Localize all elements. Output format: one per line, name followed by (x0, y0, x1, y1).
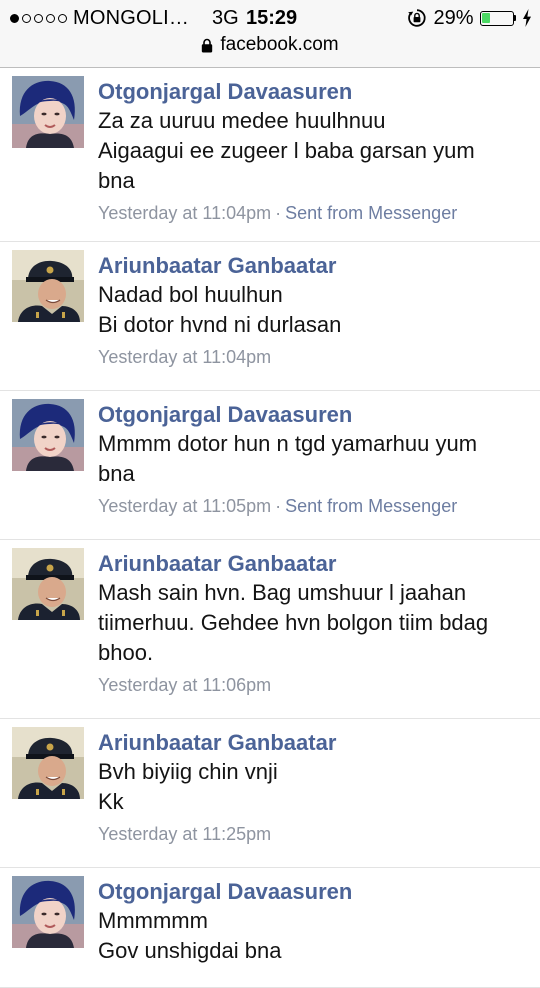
author-name-link[interactable]: Ariunbaatar Ganbaatar (98, 550, 540, 578)
author-name-link[interactable]: Ariunbaatar Ganbaatar (98, 729, 540, 757)
message-text: Gov unshigdai bna (98, 938, 282, 963)
male-avatar[interactable] (12, 250, 84, 322)
carrier-name: MONGOLI… (73, 6, 190, 29)
battery-icon (479, 10, 516, 26)
message-text: bhoo. (98, 640, 154, 665)
meta-separator: · (275, 496, 282, 516)
message-meta: Yesterday at 11:04pm · Sent from Messenger (98, 200, 540, 226)
message-text: Bvh biyiig chin vnji (98, 759, 278, 784)
lock-icon (202, 38, 213, 52)
status-time: 15:29 (246, 7, 298, 29)
sent-from-messenger-link[interactable]: Sent from Messenger (285, 203, 457, 223)
message-text: Za za uuruu medee huulhnuu (98, 108, 386, 133)
message-text: Kk (98, 789, 124, 814)
message-meta: Yesterday at 11:06pm (98, 672, 540, 698)
signal-dot (22, 13, 31, 23)
author-name-link[interactable]: Otgonjargal Davaasuren (98, 78, 540, 106)
message-thread: Otgonjargal Davaasuren Za za uuruu medee … (0, 68, 540, 988)
address-bar[interactable]: facebook.com (0, 34, 540, 68)
message-text: Mash sain hvn. Bag umshuur l jaahan (98, 580, 467, 605)
female-avatar[interactable] (12, 876, 84, 948)
message-text: bna (98, 461, 135, 486)
sent-from-messenger-link[interactable]: Sent from Messenger (285, 496, 457, 516)
battery-level (482, 13, 491, 23)
status-bar: MONGOLI… 3G 15:29 29% (0, 0, 540, 36)
signal-dot (10, 13, 19, 23)
message-item: Ariunbaatar Ganbaatar Mash sain hvn. Bag … (0, 540, 540, 719)
charging-bolt-icon (523, 9, 531, 27)
female-avatar[interactable] (12, 399, 84, 471)
timestamp-link[interactable]: Yesterday at 11:04pm (98, 203, 271, 223)
signal-strength-icon (10, 13, 67, 23)
author-name-link[interactable]: Ariunbaatar Ganbaatar (98, 252, 540, 280)
message-item: Ariunbaatar Ganbaatar Bvh biyiig chin vnj… (0, 719, 540, 868)
meta-separator: · (275, 203, 282, 223)
timestamp-link[interactable]: Yesterday at 11:25pm (98, 824, 271, 844)
message-text: Nadad bol huulhun (98, 282, 283, 307)
message-meta: Yesterday at 11:05pm · Sent from Messenger (98, 493, 540, 519)
message-item: Ariunbaatar Ganbaatar Nadad bol huulhun Bi… (0, 242, 540, 391)
rotation-lock-icon (408, 9, 427, 27)
author-name-link[interactable]: Otgonjargal Davaasuren (98, 878, 540, 906)
message-meta: Yesterday at 11:25pm (98, 821, 540, 847)
message-item: Otgonjargal Davaasuren Mmmmmm Gov unshigda… (0, 868, 540, 988)
message-item: Otgonjargal Davaasuren Mmmm dotor hun n t… (0, 391, 540, 540)
message-text: Mmmmmm (98, 908, 208, 933)
message-item: Otgonjargal Davaasuren Za za uuruu medee … (0, 68, 540, 242)
message-text: Mmmm dotor hun n tgd yamarhuu yum (98, 431, 478, 456)
message-text: bna (98, 168, 135, 193)
timestamp-link[interactable]: Yesterday at 11:06pm (98, 675, 271, 695)
male-avatar[interactable] (12, 548, 84, 620)
timestamp-link[interactable]: Yesterday at 11:05pm (98, 496, 271, 516)
message-text: tiimerhuu. Gehdee hvn bolgon tiim bdag (98, 610, 489, 635)
message-text: Aigaagui ee zugeer l baba garsan yum (98, 138, 475, 163)
female-avatar[interactable] (12, 76, 84, 148)
author-name-link[interactable]: Otgonjargal Davaasuren (98, 401, 540, 429)
signal-dot (34, 13, 43, 23)
signal-dot (46, 13, 55, 23)
male-avatar[interactable] (12, 727, 84, 799)
status-right: 29% (407, 6, 532, 30)
timestamp-link[interactable]: Yesterday at 11:04pm (98, 347, 271, 367)
signal-dot (58, 13, 67, 23)
url-text: facebook.com (220, 34, 339, 55)
message-meta: Yesterday at 11:04pm (98, 344, 540, 370)
message-text: Bi dotor hvnd ni durlasan (98, 312, 342, 337)
network-type: 3G (212, 7, 239, 29)
carrier-area: MONGOLI… (10, 6, 189, 30)
battery-percentage: 29% (433, 6, 474, 29)
